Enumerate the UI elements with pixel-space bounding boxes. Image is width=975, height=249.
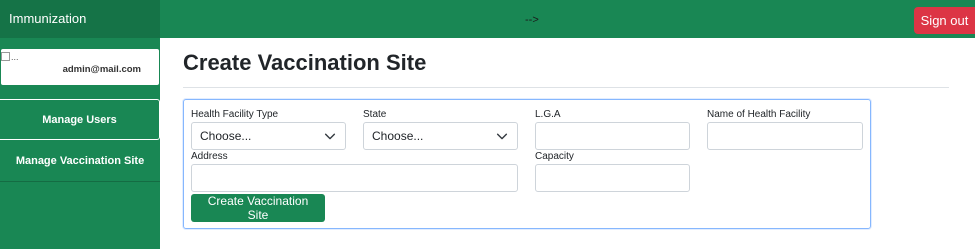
address-input[interactable] bbox=[191, 164, 518, 192]
broken-avatar-image: ... bbox=[1, 52, 21, 64]
capacity-label: Capacity bbox=[535, 151, 574, 162]
user-email: admin@mail.com bbox=[62, 64, 141, 75]
sidebar-item-manage-vaccination-site[interactable]: Manage Vaccination Site bbox=[0, 140, 160, 181]
brand-title[interactable]: Immunization bbox=[0, 0, 160, 38]
facility-type-value: Choose... bbox=[200, 129, 252, 143]
user-card: ... admin@mail.com bbox=[0, 48, 160, 86]
broken-image-alt: ... bbox=[11, 52, 19, 62]
chevron-down-icon bbox=[324, 133, 336, 140]
state-label: State bbox=[363, 109, 387, 120]
facility-name-input[interactable] bbox=[707, 122, 863, 150]
facility-name-label: Name of Health Facility bbox=[707, 109, 811, 120]
facility-type-label: Health Facility Type bbox=[191, 109, 279, 120]
sidebar-divider bbox=[0, 181, 160, 182]
facility-type-select[interactable]: Choose... bbox=[191, 122, 346, 150]
top-navbar: Immunization --> Sign out bbox=[0, 0, 975, 38]
chevron-down-icon bbox=[496, 133, 508, 140]
address-label: Address bbox=[191, 151, 228, 162]
title-divider bbox=[183, 87, 949, 88]
page-title: Create Vaccination Site bbox=[183, 50, 427, 75]
sign-out-button[interactable]: Sign out bbox=[914, 7, 975, 34]
state-value: Choose... bbox=[372, 129, 424, 143]
lga-input[interactable] bbox=[535, 122, 690, 150]
broken-image-icon bbox=[1, 52, 10, 61]
capacity-input[interactable] bbox=[535, 164, 690, 192]
sidebar-item-manage-users[interactable]: Manage Users bbox=[0, 99, 160, 140]
state-select[interactable]: Choose... bbox=[363, 122, 518, 150]
lga-label: L.G.A bbox=[535, 109, 561, 120]
create-vaccination-site-button[interactable]: Create Vaccination Site bbox=[191, 194, 325, 222]
sidebar-item-label: Manage Users bbox=[42, 113, 117, 126]
stray-arrow-text: --> bbox=[525, 14, 539, 26]
sidebar-item-label: Manage Vaccination Site bbox=[15, 154, 145, 167]
